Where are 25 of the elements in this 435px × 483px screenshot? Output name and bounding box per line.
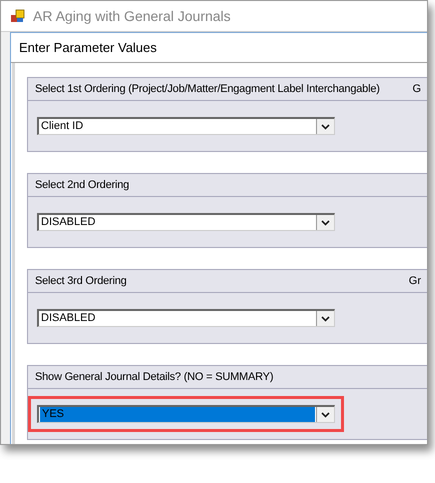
caret-icon xyxy=(321,316,330,322)
caret-icon xyxy=(321,220,330,226)
parameter-label: Select 2nd Ordering xyxy=(35,178,130,193)
app-icon xyxy=(10,8,26,24)
dropdown-button[interactable] xyxy=(316,119,334,134)
dropdown-button[interactable] xyxy=(316,407,334,422)
parameter-label: Select 3rd Ordering xyxy=(35,274,127,289)
column-label: G xyxy=(412,82,421,97)
window-title: AR Aging with General Journals xyxy=(33,6,231,26)
dropdown-value: DISABLED xyxy=(40,311,96,326)
column-label: Gr xyxy=(408,274,421,289)
dropdown[interactable]: YES xyxy=(37,405,335,423)
dropdown-button[interactable] xyxy=(316,215,334,230)
caret-icon xyxy=(321,124,330,130)
dropdown-button[interactable] xyxy=(316,311,334,326)
parameter-label: Show General Journal Details? (NO = SUMMARY) xyxy=(35,370,274,385)
dropdown[interactable]: DISABLED xyxy=(37,309,335,327)
dropdown[interactable]: Client ID xyxy=(37,117,335,135)
dropdown-value: Client ID xyxy=(40,119,84,134)
dialog-title: Enter Parameter Values xyxy=(19,38,157,57)
dropdown[interactable]: DISABLED xyxy=(37,213,335,231)
dropdown-value: YES xyxy=(40,407,315,422)
caret-icon xyxy=(321,412,330,418)
dropdown-value: DISABLED xyxy=(40,215,96,230)
parameter-label: Select 1st Ordering (Project/Job/Matter/Engagment Label Interchangable) xyxy=(35,82,380,97)
